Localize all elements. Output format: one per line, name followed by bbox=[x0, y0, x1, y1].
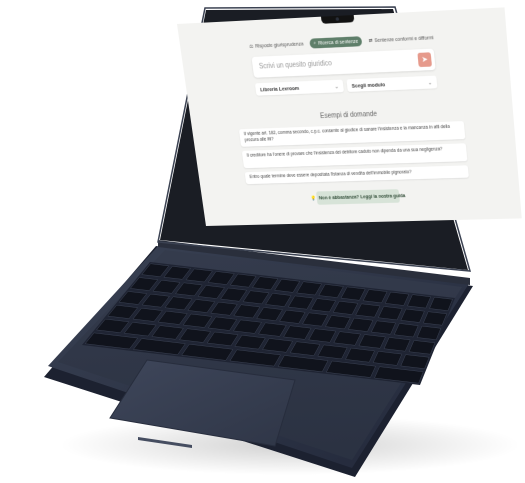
keyboard-key bbox=[346, 348, 375, 362]
compare-icon: ⇄ bbox=[368, 38, 372, 44]
keyboard-key bbox=[409, 340, 435, 354]
chevron-down-icon: ⌄ bbox=[427, 79, 432, 86]
library-select[interactable]: Libreria Lexroom ⌄ bbox=[255, 80, 344, 96]
camera-notch bbox=[321, 15, 355, 24]
selectors: Libreria Lexroom ⌄ Scegli modulo ⌄ bbox=[255, 76, 438, 96]
example-question-1[interactable]: Il vigente art. 182, comma secondo, c.p.… bbox=[239, 121, 465, 147]
guide-label: Non è abbastanza? Leggi la nostra guida bbox=[319, 193, 406, 200]
arrow-icon: ➤ bbox=[421, 55, 428, 64]
tab-label: Ricerca di sentenze bbox=[318, 39, 359, 46]
tab-risposte-giurisprudenza[interactable]: ⚖ Risposte giurisprudenza bbox=[245, 39, 308, 52]
library-select-value: Libreria Lexroom bbox=[260, 85, 300, 93]
search-icon: ⌕ bbox=[313, 41, 316, 47]
laptop-scene: ⚖ Risposte giurisprudenza ⌕ Ricerca di s… bbox=[0, 0, 525, 483]
guide-button[interactable]: 💡 Non è abbastanza? Leggi la nostra guid… bbox=[316, 189, 400, 205]
question-placeholder: Scrivi un quesito giuridico bbox=[259, 60, 333, 71]
mode-tabs: ⚖ Risposte giurisprudenza ⌕ Ricerca di s… bbox=[180, 29, 507, 54]
bulb-icon: 💡 bbox=[311, 196, 317, 201]
tab-sentenze-conformi[interactable]: ⇄ Sentenze conformi e difformi bbox=[364, 33, 438, 46]
chevron-down-icon: ⌄ bbox=[334, 83, 339, 89]
example-question-2[interactable]: Il creditore ha l'onere di provare che l… bbox=[242, 143, 468, 168]
examples-title: Esempi di domande bbox=[190, 105, 513, 125]
tab-label: Sentenze conformi e difformi bbox=[374, 35, 433, 43]
camera-icon bbox=[335, 17, 339, 21]
tab-ricerca-sentenze[interactable]: ⌕ Ricerca di sentenze bbox=[309, 36, 362, 48]
module-select-value: Scegli modulo bbox=[351, 81, 385, 89]
module-select[interactable]: Scegli modulo ⌄ bbox=[346, 76, 437, 92]
send-button[interactable]: ➤ bbox=[417, 52, 432, 67]
keyboard-key bbox=[373, 351, 402, 365]
keyboard-key bbox=[401, 355, 429, 369]
tab-label: Risposte giurisprudenza bbox=[255, 41, 304, 48]
scale-icon: ⚖ bbox=[249, 44, 254, 50]
app-screen: ⚖ Risposte giurisprudenza ⌕ Ricerca di s… bbox=[177, 7, 522, 226]
question-input[interactable]: Scrivi un quesito giuridico ➤ bbox=[251, 49, 435, 78]
example-question-3[interactable]: Entro quale termine deve essere deposita… bbox=[245, 165, 469, 184]
